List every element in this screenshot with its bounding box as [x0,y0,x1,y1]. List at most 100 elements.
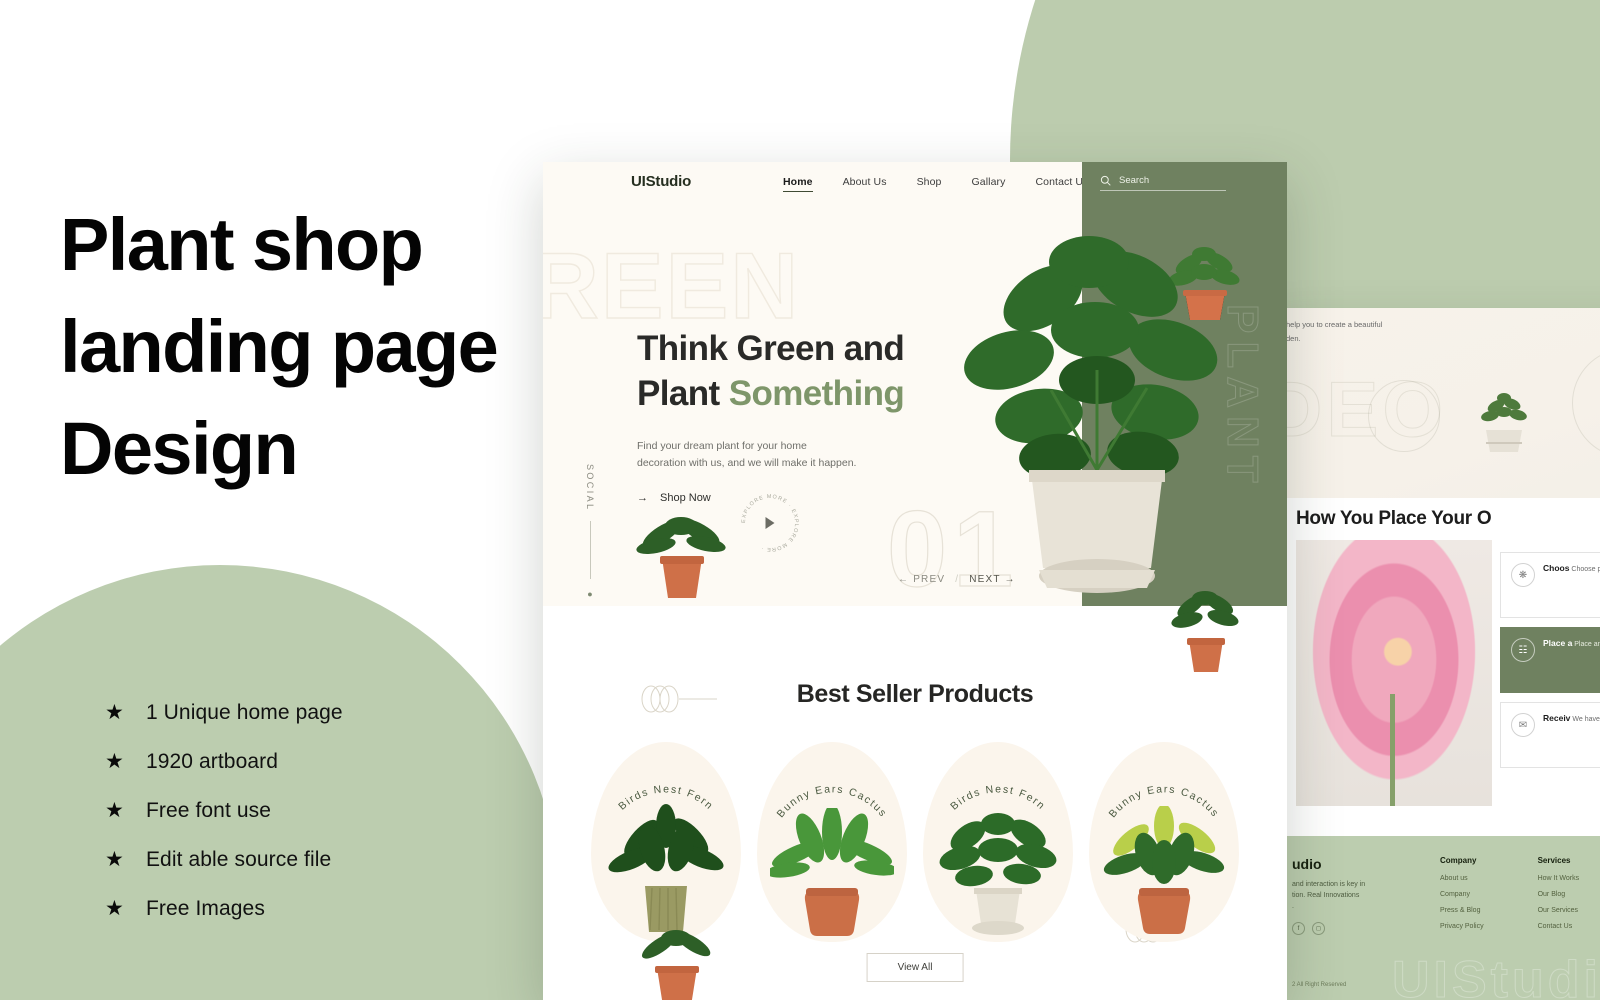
footer-link-columns: Company About us Company Press & Blog Pr… [1440,856,1579,939]
star-icon: ★ [105,701,124,724]
product-card[interactable]: Birds Nest Fern [923,742,1073,942]
footer-about-line3: . [1292,903,1294,910]
slider-separator: / [955,574,960,585]
page-title: Plant shop landing page Design [60,203,499,490]
nav-item-shop[interactable]: Shop [917,176,942,192]
flower-stem [1390,694,1396,806]
footer-link[interactable]: How It Works [1538,875,1580,882]
prev-button[interactable]: ← PREV [898,574,945,585]
list-item: ★ Edit able source file [105,835,343,884]
product-grid: Birds Nest Fern Bunny Ears Cactus Birds … [591,742,1239,942]
step-desc-line1: We have [1572,716,1600,723]
hero-title-line1: Think Green and [637,329,905,368]
secondary-hero: DEO help you to create a beautiful den. … [1272,308,1600,498]
secondary-heading: How You Place Your O [1296,508,1492,529]
step-desc-line1: Choose [1571,566,1596,573]
footer-link[interactable]: Privacy Policy [1440,923,1484,930]
hero-plant-illustration [964,236,1218,593]
feature-label: 1920 artboard [145,749,279,773]
product-card[interactable]: Bunny Ears Cactus [1089,742,1239,942]
search-input[interactable]: Search [1100,175,1226,191]
view-all-button[interactable]: View All [866,953,964,982]
step-card-place-order[interactable]: ☷ Place a Place an choose, [1500,627,1600,693]
feature-list: ★ 1 Unique home page ★ 1920 artboard ★ F… [105,688,343,933]
list-item: ★ 1 Unique home page [105,688,343,737]
star-icon: ★ [105,897,124,920]
feature-label: Edit able source file [145,847,332,871]
footer-column-title: Services [1537,856,1571,865]
star-icon: ★ [105,750,124,773]
facebook-icon[interactable]: f [1292,922,1305,935]
footer-link[interactable]: Contact Us [1538,923,1580,930]
footer-about-line2: tion. Real Innovations [1292,892,1360,899]
step-title: Choos [1543,563,1570,573]
flower-icon: ❋ [1511,563,1535,587]
list-item: ★ 1920 artboard [105,737,343,786]
hero-slider-controls: ← PREV / NEXT → [898,574,1016,585]
hero-watermark: REEN [543,232,801,338]
flower-image [1296,540,1492,806]
steps-list: ❋ Choos Choose product ☷ Place a Place a… [1500,552,1600,777]
order-icon: ☷ [1511,638,1535,662]
hero-subtitle-line1: Find your dream plant for your home [637,440,807,452]
nav-item-gallary[interactable]: Gallary [972,176,1006,192]
site-header: UIStudio Home About Us Shop Gallary Cont… [543,162,1287,204]
footer-link[interactable]: Our Blog [1538,891,1580,898]
nav-item-about-us[interactable]: About Us [843,176,887,192]
delivery-icon: ✉ [1511,713,1535,737]
brand-logo[interactable]: UIStudio [631,173,691,190]
search-placeholder: Search [1119,175,1150,186]
next-button[interactable]: NEXT → [969,574,1015,585]
mockup-secondary: DEO help you to create a beautiful den. … [1272,308,1600,1000]
footer-column-company: Company About us Company Press & Blog Pr… [1440,856,1484,939]
product-card[interactable]: Bunny Ears Cactus [757,742,907,942]
decor-ring [1368,380,1440,452]
list-item: ★ Free font use [105,786,343,835]
step-card-receive[interactable]: ✉ Receiv We have wait for [1500,702,1600,768]
footer-link[interactable]: Company [1440,891,1484,898]
hero-title-accent: Something [728,374,905,413]
arrow-left-icon: ← [898,574,910,585]
arrow-right-icon: → [637,492,648,504]
footer-copyright: 2 All Right Reserved [1292,982,1347,988]
arrow-right-icon: → [1004,574,1016,585]
play-video-button[interactable]: EXPLORE MORE · EXPLORE MORE · [739,492,801,554]
plant-illustration [770,808,894,936]
footer-about: and interaction is key in tion. Real Inn… [1292,879,1412,912]
social-divider [589,521,591,580]
screenshot-stage: Plant shop landing page Design ★ 1 Uniqu… [0,0,1600,1000]
product-card[interactable]: Birds Nest Fern [591,742,741,942]
footer-about-line1: and interaction is key in [1292,881,1366,888]
footer-link[interactable]: Our Services [1538,907,1580,914]
plant-illustration [939,813,1057,935]
social-label: SOCIAL [585,464,595,512]
potted-plant-illustration [1481,393,1527,452]
search-panel: Search [1082,162,1287,204]
corner-plant-illustration [1171,591,1239,672]
nav-item-contact-us[interactable]: Contact Us [1035,176,1088,192]
plant-illustration [1103,806,1225,934]
shop-now-label: Shop Now [660,492,711,504]
secondary-hero-line2: den. [1286,334,1301,343]
footer-link[interactable]: About us [1440,875,1484,882]
footer-link[interactable]: Press & Blog [1440,907,1484,914]
prev-label: PREV [913,574,946,585]
best-seller-section: Best Seller Products Birds Nest Fern Bun… [543,591,1287,1000]
secondary-hero-line1: help you to create a beautiful [1286,320,1383,329]
hero-subtitle-line2: decoration with us, and we will make it … [637,457,857,469]
shop-now-button[interactable]: → Shop Now [637,492,711,504]
twitter-icon[interactable]: ● [587,589,592,599]
footer-column-title: Company [1440,856,1477,865]
section-heading: Best Seller Products [796,680,1034,708]
instagram-icon[interactable]: ◻ [1312,922,1325,935]
hero-bottom-plant-illustration [641,930,711,1000]
feature-label: 1 Unique home page [145,700,343,724]
secondary-hero-text: help you to create a beautiful den. [1286,318,1382,346]
nav-item-home[interactable]: Home [783,176,813,192]
step-card-choose[interactable]: ❋ Choos Choose product [1500,552,1600,618]
hero-title-line2-plain: Plant [637,374,729,413]
hero-title: Think Green and Plant Something [637,326,905,416]
secondary-footer: UIStudio udio and interaction is key in … [1272,836,1600,1000]
next-label: NEXT [969,574,1001,585]
hero-left-plant-illustration [636,517,726,598]
